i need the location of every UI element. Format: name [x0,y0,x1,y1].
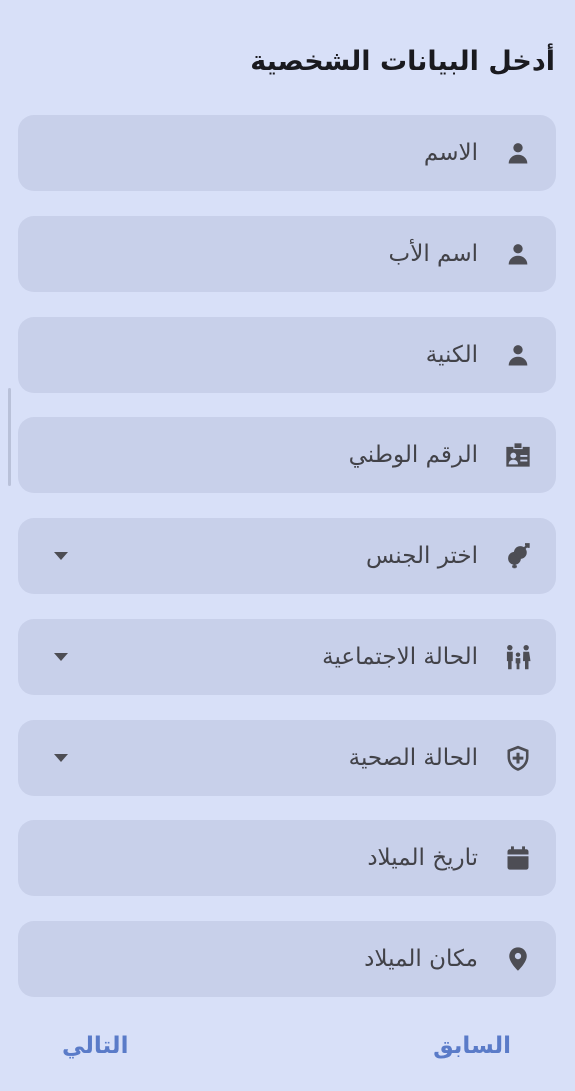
health-status-placeholder: الحالة الصحية [348,745,478,771]
birth-date-placeholder: تاريخ الميلاد [367,845,478,871]
chevron-down-icon [54,653,68,661]
person-icon [504,240,532,268]
person-icon [504,139,532,167]
name-placeholder: الاسم [423,140,478,166]
health-status-select[interactable]: الحالة الصحية [18,720,556,796]
location-pin-icon [504,945,532,973]
gender-select[interactable]: اختر الجنس [18,518,556,594]
surname-input[interactable]: الكنية [18,317,556,393]
marital-status-select[interactable]: الحالة الاجتماعية [18,619,556,695]
page-title: أدخل البيانات الشخصية [250,46,555,77]
birth-place-placeholder: مكان الميلاد [364,946,478,972]
national-id-placeholder: الرقم الوطني [348,442,478,468]
marital-status-placeholder: الحالة الاجتماعية [322,644,478,670]
father-name-placeholder: اسم الأب [388,241,478,267]
surname-placeholder: الكنية [425,342,478,368]
person-icon [504,341,532,369]
next-button[interactable]: التالي [62,1030,128,1062]
birth-place-input[interactable]: مكان الميلاد [18,921,556,997]
shield-plus-icon [504,744,532,772]
previous-button[interactable]: السابق [433,1030,511,1062]
chevron-down-icon [54,552,68,560]
birth-date-input[interactable]: تاريخ الميلاد [18,820,556,896]
personal-info-form: أدخل البيانات الشخصية الاسم اسم الأب الك… [0,0,575,1091]
gender-icon [504,542,532,570]
gender-placeholder: اختر الجنس [365,543,478,569]
national-id-input[interactable]: الرقم الوطني [18,417,556,493]
chevron-down-icon [54,754,68,762]
calendar-icon [504,844,532,872]
name-input[interactable]: الاسم [18,115,556,191]
father-name-input[interactable]: اسم الأب [18,216,556,292]
family-icon [504,643,532,671]
scroll-indicator[interactable] [8,388,11,486]
id-badge-icon [504,441,532,469]
